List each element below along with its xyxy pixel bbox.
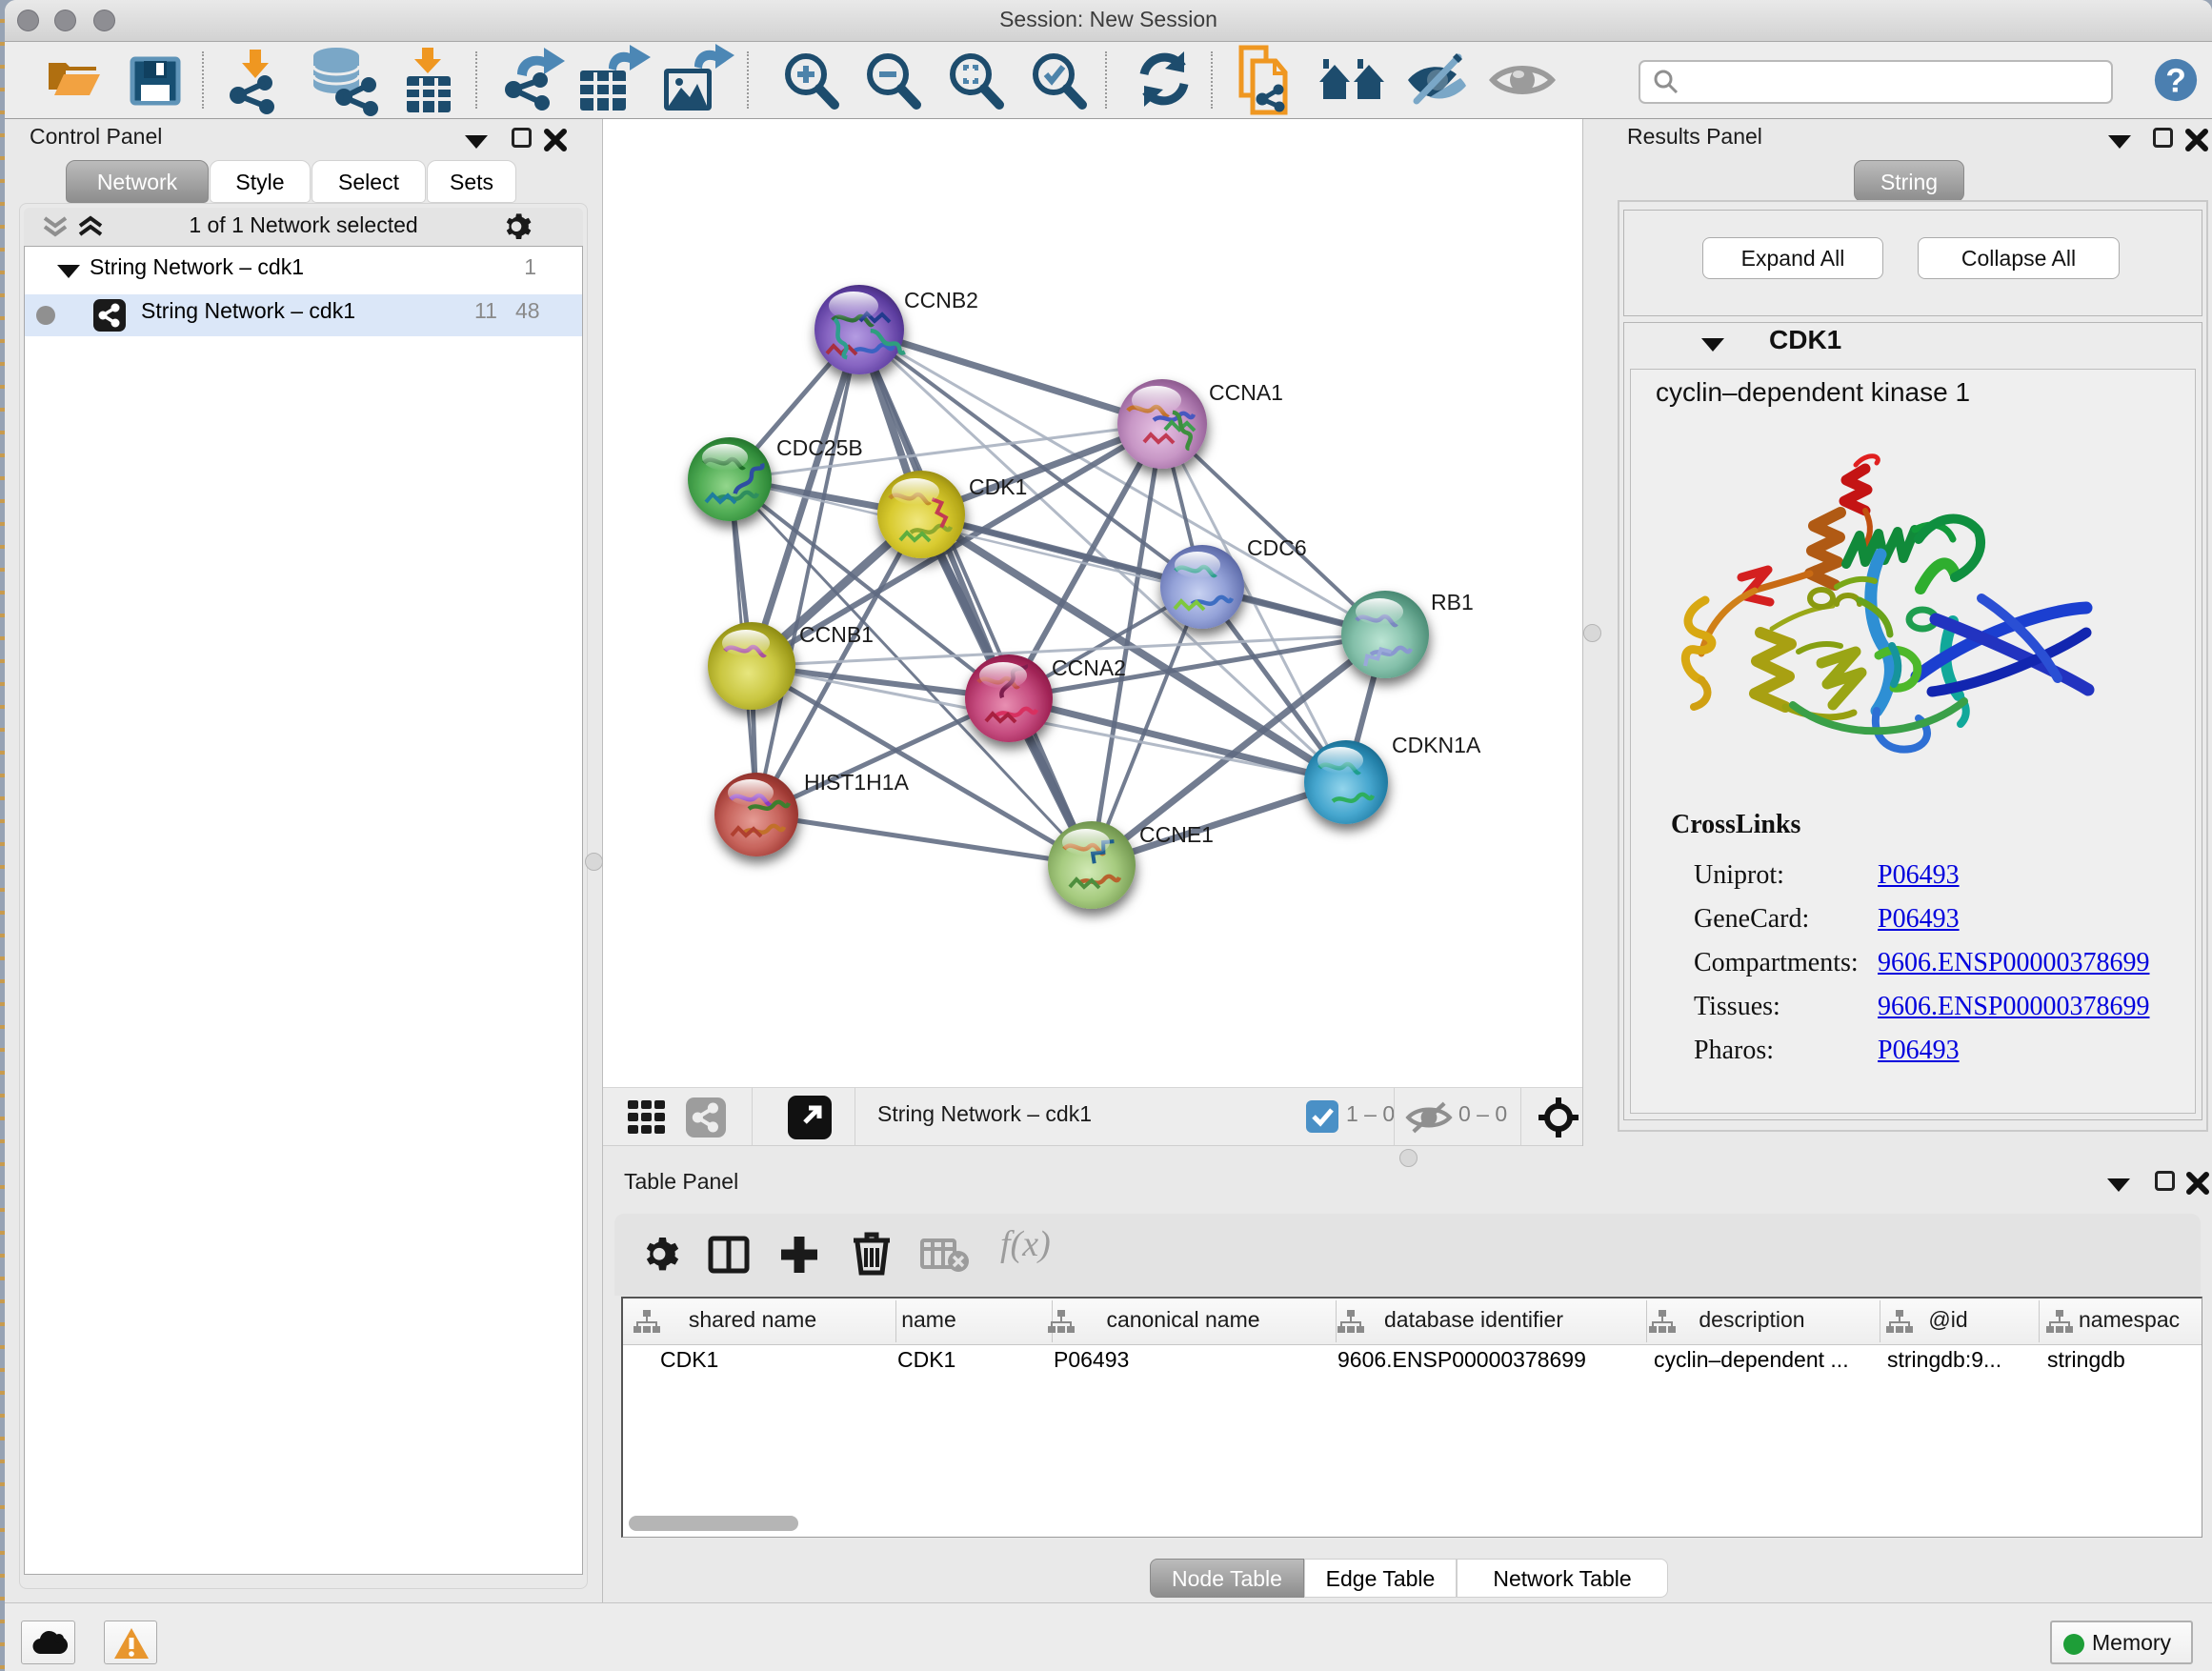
svg-text:CDC25B: CDC25B (776, 435, 863, 460)
svg-text:CCNA2: CCNA2 (1052, 655, 1126, 680)
svg-text:CCNB2: CCNB2 (904, 288, 978, 312)
svg-text:RB1: RB1 (1431, 590, 1474, 614)
svg-text:CCNA1: CCNA1 (1209, 380, 1283, 405)
svg-text:CCNB1: CCNB1 (799, 622, 874, 647)
svg-text:?: ? (2165, 62, 2186, 99)
svg-text:CDKN1A: CDKN1A (1392, 733, 1481, 757)
svg-text:CDC6: CDC6 (1247, 535, 1307, 560)
svg-text:CCNE1: CCNE1 (1139, 822, 1214, 847)
svg-text:CDK1: CDK1 (969, 474, 1027, 499)
svg-text:HIST1H1A: HIST1H1A (804, 770, 910, 795)
